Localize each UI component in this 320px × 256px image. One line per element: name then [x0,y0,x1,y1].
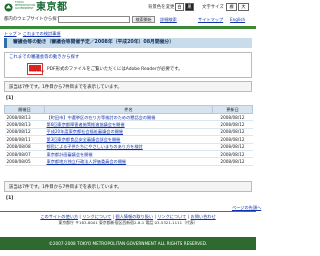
table-body: 2008/08/13 【町田市】中選挙区の在り方等検討のための懇話会の開催 2008… [4,113,253,166]
result-summary-bottom: 該当は7件です。1件目から7件目までを表示しています。 [4,181,252,192]
english-link[interactable]: English [230,17,245,22]
detail-search-link[interactable]: 詳細検索 [160,17,177,22]
row-title-cell: 第3回東京都食品安全審議会部会を開催 [44,135,213,144]
adobe-reader-icon[interactable]: Adobe Reader [27,63,45,75]
result-count-text: 該当は7件です。1件目から7件目までを表示しています。 [9,185,122,190]
page-top-link[interactable]: ページの先頭へ [232,205,261,210]
row-updated: 2008/08/12 [212,150,253,159]
row-date: 2008/08/11 [4,135,45,144]
search-label: 都内のウェブサイトから探す [4,17,62,22]
row-updated: 2008/08/12 [212,113,253,122]
table-row: 2008/08/11 第3回東京都食品安全審議会部会を開催 2008/08/12 [4,135,253,144]
row-date: 2008/08/13 [4,120,45,129]
result-count-text: 該当は7件です。1件目から7件目までを表示しています。 [9,85,122,90]
row-title-cell: 第6回東京都障害者施策推進協議会を開催 [44,120,213,129]
text-size-label: 文字サイズ [202,5,224,10]
table-header-row: 開催日 件名 更新日 [4,105,253,114]
breadcrumb-home[interactable]: トップ [4,31,17,36]
row-title-cell: 平成20年度東京都社会福祉審議会の開催 [44,128,213,137]
past-meetings-link[interactable]: これまでの審議会等の動きから探す [9,55,79,60]
header-updated: 更新日 [212,105,253,114]
text-size-standard-button[interactable]: 標 [226,3,237,11]
breadcrumb-separator: > [17,31,22,36]
row-date: 2008/08/08 [4,143,45,151]
table-row: 2008/08/07 東京都計画審議会を開催 2008/08/12 [4,150,253,159]
breadcrumb: トップ > これまでの検討事項 [4,31,60,36]
row-title-cell: 東京都計画審議会を開催 [44,150,213,159]
page-title-bar: 審議会等の動き（審議会等開催予定／2008年（平成20年）08月開催分） [4,38,252,48]
table-row: 2008/08/13 第6回東京都障害者施策推進協議会を開催 2008/08/12 [4,120,253,129]
footer-separator: | [112,214,115,219]
row-title-cell: 都民による子供たちにやさしいまちのあり方を検討 [44,143,213,151]
bg-white-button[interactable]: 白 [175,3,184,11]
footer-separator: | [187,214,190,219]
row-updated: 2008/08/12 [212,135,253,144]
row-title-link[interactable]: 都民による子供たちにやさしいまちのあり方を検討 [47,144,143,149]
logo-english-text[interactable]: TOKYO METROPOLITAN GOVERNMENT [15,1,35,11]
row-title-link[interactable]: 東京都計画審議会を開催 [47,152,93,157]
row-updated: 2008/08/12 [212,143,253,151]
table-row: 2008/08/12 平成20年度東京都社会福祉審議会の開催 2008/08/12 [4,128,253,137]
search-bar: 都内のウェブサイトから探す 検索開始 詳細検索 サイトマップ English [0,15,256,25]
table-row: 2008/08/13 【町田市】中選挙区の在り方等検討のための懇話会の開催 2008… [4,113,253,122]
footer-link-links[interactable]: リンクについて [82,214,111,219]
page-number-bottom: [1] [6,196,14,201]
row-date: 2008/08/13 [4,113,45,122]
bg-black-button[interactable]: 黒 [185,3,194,11]
row-updated: 2008/08/12 [212,157,253,166]
header-divider [0,26,256,29]
copyright-text: ©2007-2008 TOKYO METROPOLITAN GOVERNMENT… [48,241,208,246]
pdf-notice: PDF形式のファイルをご覧いただくにはAdobe Readerが必要です。 [47,67,183,72]
row-title-cell: 【町田市】中選挙区の在り方等検討のための懇話会の開催 [44,113,213,122]
footer-link-privacy[interactable]: 個人情報の取り扱い [115,214,153,219]
row-date: 2008/08/07 [4,150,45,159]
page-number-top: [1] [6,96,14,101]
row-title-link[interactable]: 第3回東京都食品安全審議会部会を開催 [47,137,121,142]
search-input[interactable] [58,16,130,23]
sitemap-link[interactable]: サイトマップ [198,17,223,22]
table-row: 2008/08/08 都民による子供たちにやさしいまちのあり方を検討 2008/08… [4,143,253,151]
text-size-large-button[interactable]: 大 [238,3,249,11]
footer-link-contact[interactable]: お問い合わせ [191,214,216,219]
breadcrumb-current[interactable]: これまでの検討事項 [23,31,61,36]
info-box: これまでの審議会等の動きから探す Adobe Reader PDF形式のファイル… [4,52,252,78]
footer-link-usage[interactable]: このサイトの使い方 [40,214,78,219]
row-updated: 2008/08/12 [212,128,253,137]
footer-address: 東京都庁 〒163-8001 東京都新宿区西新宿2-8-1 電話 03-5321… [58,220,198,225]
header-date: 開催日 [4,105,45,114]
site-header: TOKYO METROPOLITAN GOVERNMENT 東京都 背景色を変更… [0,0,256,15]
row-date: 2008/08/05 [4,157,45,166]
row-title-link[interactable]: 第6回東京都障害者施策推進協議会を開催 [47,122,125,127]
footer-separator: | [154,214,156,219]
footer-divider [0,211,256,212]
header-title: 件名 [44,105,213,114]
row-date: 2008/08/12 [4,128,45,137]
row-title-link[interactable]: 【町田市】中選挙区の在り方等検討のための懇話会の開催 [47,115,156,120]
footer-link-links2[interactable]: リンクについて [157,214,186,219]
logo-text[interactable]: 東京都 [36,2,68,14]
page-title: 審議会等の動き（審議会等開催予定／2008年（平成20年）08月開催分） [13,40,175,45]
tokyo-logo-icon[interactable] [4,3,13,12]
adobe-badge-text: Adobe Reader [29,70,45,73]
footer-copyright-bar: ©2007-2008 TOKYO METROPOLITAN GOVERNMENT… [0,237,256,250]
row-updated: 2008/08/12 [212,120,253,129]
row-title-cell: 東京都地方独立行政法人評価委員会の開催 [44,157,213,166]
footer-separator: | [79,214,81,219]
footer-links: このサイトの使い方 | リンクについて | 個人情報の取り扱い | リンクについ… [0,214,256,219]
result-summary-top: 該当は7件です。1件目から7件目までを表示しています。 [4,81,252,92]
table-row: 2008/08/05 東京都地方独立行政法人評価委員会の開催 2008/08/12 [4,157,253,166]
background-color-label: 背景色を変更 [148,5,175,10]
meetings-table: 開催日 件名 更新日 2008/08/13 【町田市】中選挙区の在り方等検討のため… [4,105,253,166]
row-title-link[interactable]: 平成20年度東京都社会福祉審議会の開催 [47,129,124,134]
row-title-link[interactable]: 東京都地方独立行政法人評価委員会の開催 [47,159,127,164]
search-button[interactable]: 検索開始 [132,16,155,23]
